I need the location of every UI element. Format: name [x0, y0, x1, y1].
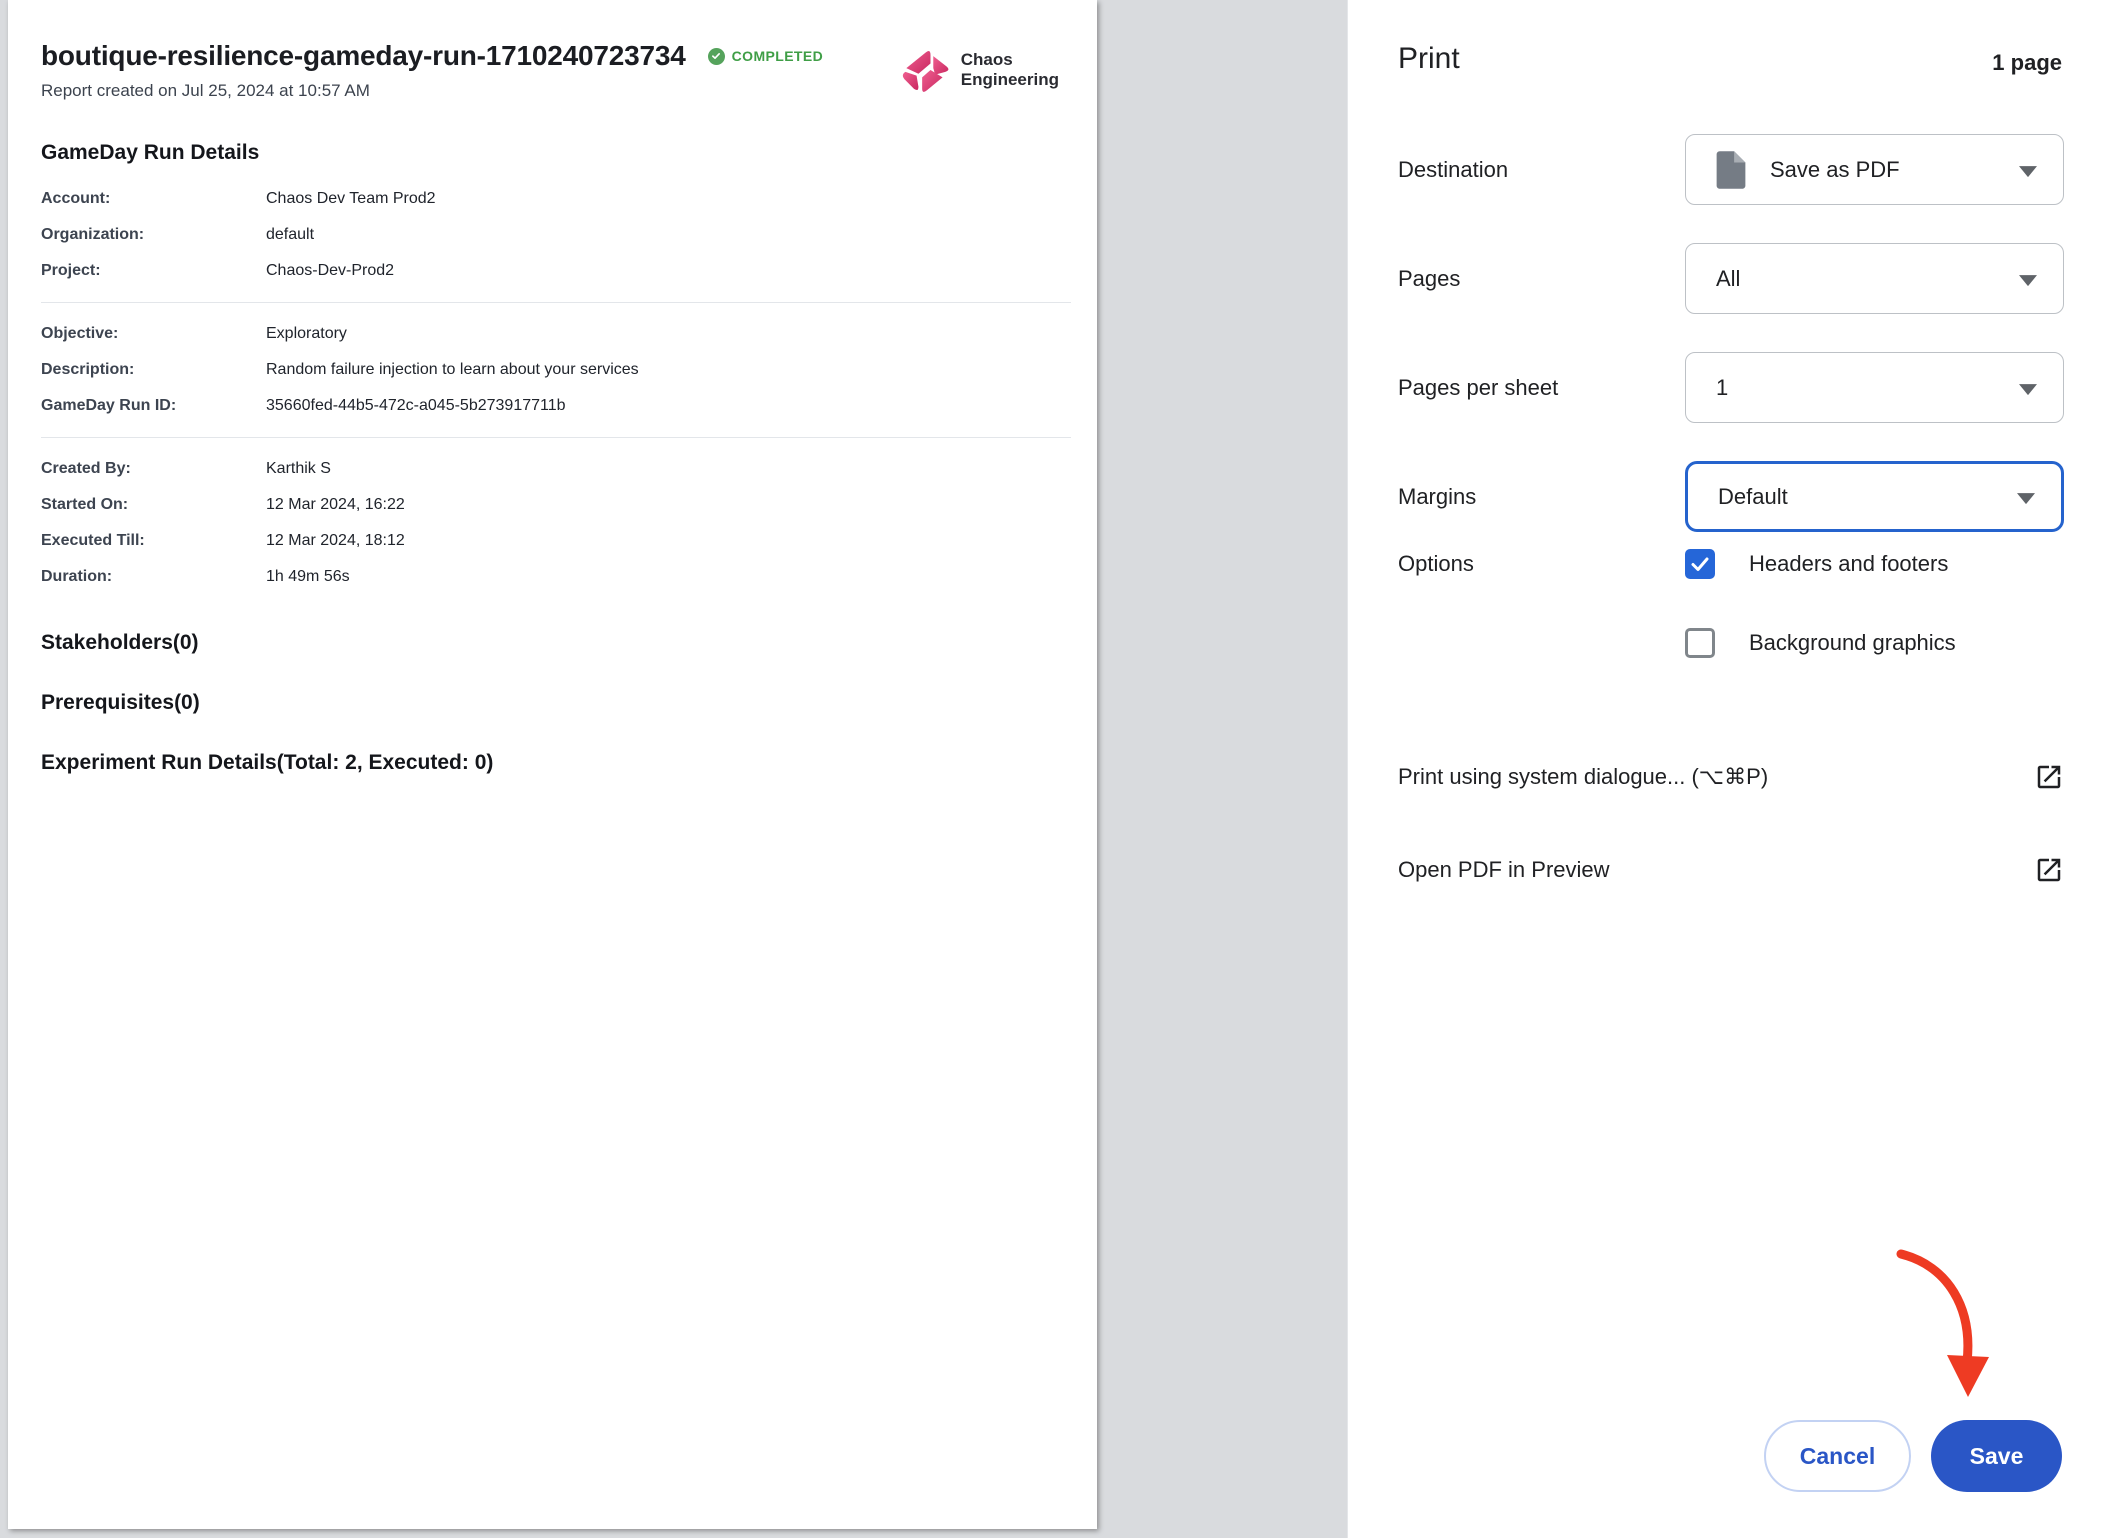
print-preview-page: boutique-resilience-gameday-run-17102407…: [8, 0, 1097, 1529]
pages-value: All: [1716, 266, 1740, 292]
detail-value: Karthik S: [266, 460, 331, 478]
save-button[interactable]: Save: [1931, 1420, 2062, 1492]
pdf-file-icon: [1716, 151, 1746, 189]
detail-row: Executed Till:12 Mar 2024, 18:12: [41, 523, 1071, 559]
detail-value: 12 Mar 2024, 16:22: [266, 496, 405, 514]
margins-value: Default: [1718, 484, 1788, 510]
detail-row: Objective:Exploratory: [41, 316, 1071, 352]
detail-label: Organization:: [41, 226, 266, 244]
detail-value: Chaos-Dev-Prod2: [266, 262, 394, 280]
detail-value: 12 Mar 2024, 18:12: [266, 532, 405, 550]
detail-label: Description:: [41, 361, 266, 379]
status-badge: COMPLETED: [708, 48, 824, 65]
status-badge-label: COMPLETED: [732, 48, 824, 64]
option-label: Background graphics: [1749, 630, 1956, 656]
cancel-button[interactable]: Cancel: [1764, 1420, 1911, 1492]
option-label: Headers and footers: [1749, 551, 1948, 577]
option-background-graphics[interactable]: Background graphics: [1685, 628, 1956, 658]
report-title: boutique-resilience-gameday-run-17102407…: [41, 40, 686, 72]
open-pdf-preview-link[interactable]: Open PDF in Preview: [1398, 847, 2064, 893]
detail-value: Random failure injection to learn about …: [266, 361, 639, 379]
chevron-down-icon: [2019, 384, 2037, 395]
detail-label: Executed Till:: [41, 532, 266, 550]
detail-label: Project:: [41, 262, 266, 280]
detail-label: GameDay Run ID:: [41, 397, 266, 415]
chevron-down-icon: [2019, 275, 2037, 286]
detail-value: 35660fed-44b5-472c-a045-5b273917711b: [266, 397, 566, 415]
pages-label: Pages: [1398, 266, 1685, 292]
checkbox-icon[interactable]: [1685, 549, 1715, 579]
pages-select[interactable]: All: [1685, 243, 2064, 314]
margins-select[interactable]: Default: [1685, 461, 2064, 532]
detail-row: Started On:12 Mar 2024, 16:22: [41, 487, 1071, 523]
chevron-down-icon: [2019, 166, 2037, 177]
chevron-down-icon: [2017, 493, 2035, 504]
options-label: Options: [1398, 549, 1685, 658]
report-header: boutique-resilience-gameday-run-17102407…: [41, 40, 1071, 101]
detail-row: Project:Chaos-Dev-Prod2: [41, 253, 1071, 289]
prerequisites-heading: Prerequisites(0): [41, 691, 1071, 715]
detail-row: Account:Chaos Dev Team Prod2: [41, 181, 1071, 217]
brand-line2: Engineering: [961, 70, 1059, 90]
detail-value: Chaos Dev Team Prod2: [266, 190, 436, 208]
red-arrow-annotation: [1863, 1240, 2013, 1415]
chaos-engineering-logo-icon: [898, 44, 950, 96]
detail-label: Started On:: [41, 496, 266, 514]
experiments-heading: Experiment Run Details(Total: 2, Execute…: [41, 751, 1071, 775]
external-link-icon: [2034, 855, 2064, 885]
print-system-dialog-label: Print using system dialogue... (⌥⌘P): [1398, 764, 1768, 790]
destination-select[interactable]: Save as PDF: [1685, 134, 2064, 205]
section-divider: [41, 302, 1071, 303]
detail-value: Exploratory: [266, 325, 347, 343]
section-divider: [41, 437, 1071, 438]
open-pdf-preview-label: Open PDF in Preview: [1398, 857, 1610, 883]
detail-label: Account:: [41, 190, 266, 208]
destination-label: Destination: [1398, 157, 1685, 183]
print-dialog: Print 1 page Destination Save as PDF Pag…: [1347, 0, 2110, 1538]
margins-label: Margins: [1398, 484, 1685, 510]
detail-label: Objective:: [41, 325, 266, 343]
pages-per-sheet-value: 1: [1716, 375, 1728, 401]
detail-label: Created By:: [41, 460, 266, 478]
detail-value: 1h 49m 56s: [266, 568, 350, 586]
detail-value: default: [266, 226, 314, 244]
stakeholders-heading: Stakeholders(0): [41, 631, 1071, 655]
brand-line1: Chaos: [961, 50, 1059, 70]
detail-row: Duration:1h 49m 56s: [41, 559, 1071, 595]
page-count: 1 page: [1992, 50, 2062, 76]
pages-per-sheet-select[interactable]: 1: [1685, 352, 2064, 423]
external-link-icon: [2034, 762, 2064, 792]
option-headers-and-footers[interactable]: Headers and footers: [1685, 549, 1956, 579]
detail-row: Description:Random failure injection to …: [41, 352, 1071, 388]
brand-logo: Chaos Engineering: [898, 44, 1059, 96]
destination-value: Save as PDF: [1770, 157, 1900, 183]
print-dialog-title: Print: [1398, 42, 1460, 76]
report-created-line: Report created on Jul 25, 2024 at 10:57 …: [41, 81, 823, 101]
checkbox-icon[interactable]: [1685, 628, 1715, 658]
detail-row: Organization:default: [41, 217, 1071, 253]
detail-row: GameDay Run ID:35660fed-44b5-472c-a045-5…: [41, 388, 1071, 424]
print-system-dialog-link[interactable]: Print using system dialogue... (⌥⌘P): [1398, 754, 2064, 800]
details-heading: GameDay Run Details: [41, 141, 1071, 165]
detail-row: Created By:Karthik S: [41, 451, 1071, 487]
detail-label: Duration:: [41, 568, 266, 586]
pages-per-sheet-label: Pages per sheet: [1398, 375, 1685, 401]
check-circle-icon: [708, 48, 725, 65]
